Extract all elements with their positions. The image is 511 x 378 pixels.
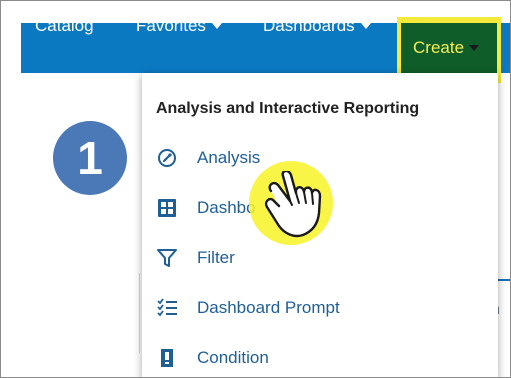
caret-down-icon [469, 44, 480, 51]
screen-frame: Catalog Favorites Dashboards Create 1 n … [0, 0, 511, 378]
menu-item-filter[interactable]: Filter [142, 240, 498, 276]
dashboard-prompt-icon [157, 298, 177, 317]
caret-down-icon [360, 22, 371, 29]
nav-dashboards[interactable]: Dashboards [263, 1, 371, 51]
analysis-icon [158, 149, 176, 167]
condition-icon [161, 349, 173, 367]
caret-down-icon [211, 22, 222, 29]
step-number-badge: 1 [53, 121, 127, 195]
menu-item-condition[interactable]: Condition [142, 340, 498, 376]
background-divider [139, 273, 140, 353]
menu-item-dashboard-prompt[interactable]: Dashboard Prompt [142, 290, 498, 326]
menu-section-header: Analysis and Interactive Reporting [156, 100, 420, 117]
nav-catalog[interactable]: Catalog [35, 1, 94, 51]
create-menu-label[interactable]: Create [413, 23, 480, 73]
nav-favorites[interactable]: Favorites [136, 1, 222, 51]
filter-icon [157, 249, 177, 267]
dashboard-icon [158, 199, 176, 217]
hand-pointer-icon [264, 171, 322, 238]
background-rule [498, 279, 510, 281]
